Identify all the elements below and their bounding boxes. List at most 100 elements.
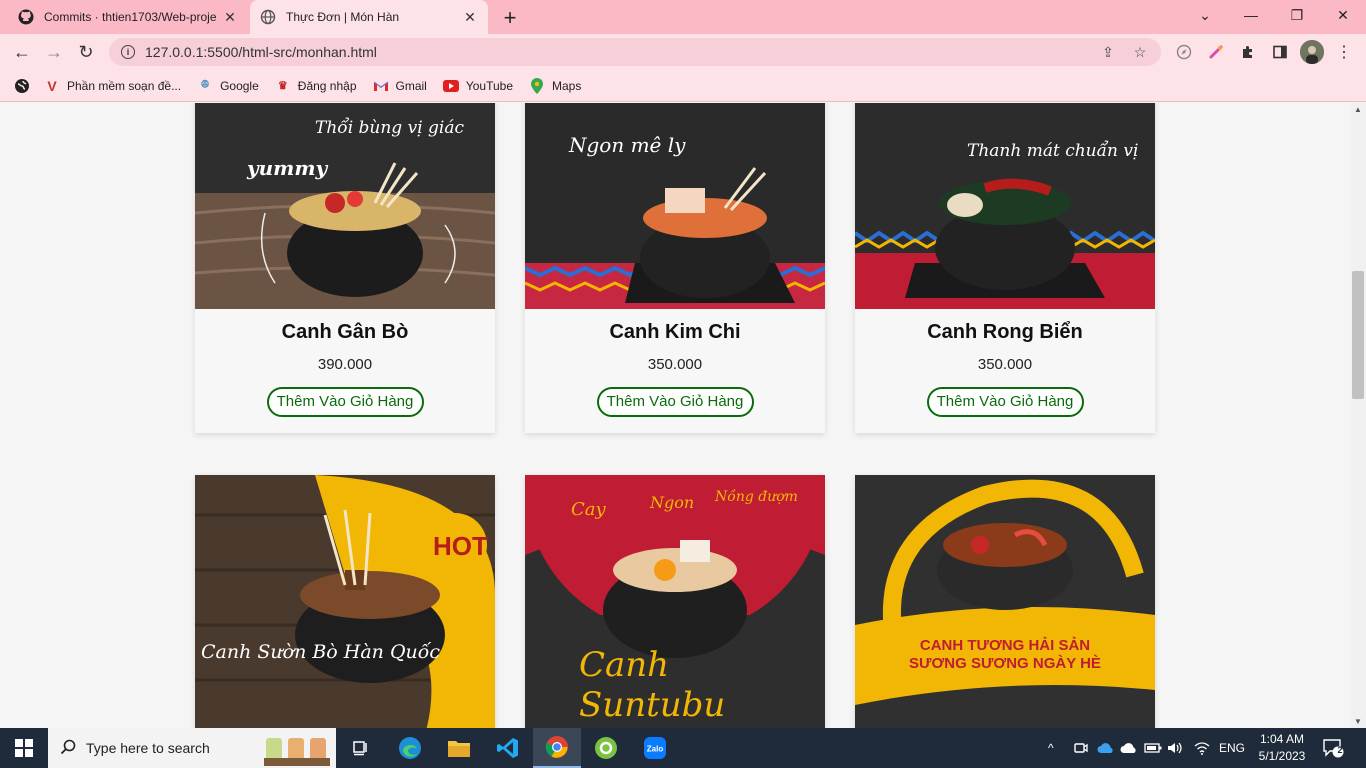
hot-badge: HOT bbox=[433, 531, 488, 561]
bookmark-gmail[interactable]: Gmail bbox=[373, 78, 427, 94]
vscode-icon[interactable] bbox=[484, 728, 532, 768]
scroll-down-icon[interactable]: ▼ bbox=[1350, 717, 1366, 726]
more-menu-icon[interactable]: ⋮ bbox=[1334, 42, 1354, 62]
battery-icon[interactable] bbox=[1144, 728, 1162, 768]
product-name: Canh Rong Biển bbox=[927, 321, 1083, 343]
image-caption: Ngon bbox=[650, 493, 695, 512]
notification-count: 2 bbox=[1337, 745, 1343, 755]
add-to-cart-button[interactable]: Thêm Vào Giỏ Hàng bbox=[596, 387, 754, 417]
product-price: 390.000 bbox=[317, 356, 373, 373]
close-window-icon[interactable]: ✕ bbox=[1320, 0, 1366, 30]
file-explorer-icon[interactable] bbox=[435, 728, 483, 768]
tab-title: Thực Đơn | Món Hàn bbox=[286, 10, 400, 24]
bookmark-label: Google bbox=[220, 78, 259, 93]
edge-icon[interactable] bbox=[386, 728, 434, 768]
product-card: Ngon mê ly Canh Kim Chi 350.000 Thêm Vào… bbox=[525, 103, 825, 433]
product-price: 350.000 bbox=[977, 356, 1033, 373]
bookmark-dang-nhap[interactable]: ♛ Đăng nhập bbox=[275, 78, 357, 94]
image-caption: CANH TƯƠNG HẢI SẢN bbox=[919, 637, 1091, 654]
image-caption: Canh Suntubu bbox=[579, 645, 726, 725]
scrollbar-thumb[interactable] bbox=[1352, 271, 1364, 399]
image-caption: Nồng đượm bbox=[715, 489, 798, 505]
extensions-puzzle-icon[interactable] bbox=[1238, 42, 1258, 62]
bookmark-label: Maps bbox=[552, 78, 582, 93]
page-scrollbar[interactable]: ▲ ▼ bbox=[1350, 103, 1366, 728]
maps-icon bbox=[529, 77, 545, 94]
color-picker-extension-icon[interactable] bbox=[1206, 42, 1226, 62]
chevron-down-icon[interactable]: ⌄ bbox=[1182, 0, 1228, 30]
clock-time: 1:04 AM bbox=[1259, 732, 1305, 746]
product-name: Canh Gân Bò bbox=[281, 321, 409, 343]
task-view-icon[interactable] bbox=[336, 728, 384, 768]
clock-date: 5/1/2023 bbox=[1258, 749, 1306, 763]
volume-icon[interactable] bbox=[1167, 728, 1183, 768]
meet-now-icon[interactable] bbox=[1073, 728, 1089, 768]
restore-icon[interactable]: ❐ bbox=[1274, 0, 1320, 30]
bookmark-maps[interactable]: Maps bbox=[529, 77, 582, 94]
coccoc-icon[interactable] bbox=[582, 728, 630, 768]
tab-title: Commits · thtien1703/Web-proje bbox=[44, 10, 217, 24]
tab-thuc-don[interactable]: Thực Đơn | Món Hàn ✕ bbox=[250, 0, 488, 34]
site-info-icon[interactable]: i bbox=[121, 45, 135, 59]
product-image: Cay Ngon Nồng đượm Canh Suntubu bbox=[525, 475, 825, 728]
zalo-icon[interactable]: Zalo bbox=[631, 728, 679, 768]
back-icon[interactable]: ← bbox=[10, 40, 34, 64]
image-caption: Thổi bùng vị giác bbox=[315, 118, 465, 138]
side-panel-icon[interactable] bbox=[1270, 42, 1290, 62]
taskbar-search-input[interactable]: Type here to search bbox=[48, 728, 336, 768]
share-icon[interactable]: ⇪ bbox=[1097, 44, 1119, 61]
forward-icon[interactable]: → bbox=[42, 40, 66, 64]
product-card: HOT Canh Sườn Bò Hàn Quốc bbox=[195, 475, 495, 728]
taskbar-clock[interactable]: 1:04 AM 5/1/2023 bbox=[1254, 731, 1310, 765]
wifi-icon[interactable] bbox=[1194, 728, 1210, 768]
add-to-cart-button[interactable]: Thêm Vào Giỏ Hàng bbox=[926, 387, 1084, 417]
close-tab-icon[interactable]: ✕ bbox=[222, 9, 238, 26]
bookmark-star-icon[interactable]: ☆ bbox=[1129, 44, 1151, 61]
product-image: CANH TƯƠNG HẢI SẢN SƯƠNG SƯƠNG NGÀY HÈ bbox=[855, 475, 1155, 728]
bookmark-youtube[interactable]: YouTube bbox=[442, 78, 513, 94]
language-indicator[interactable]: ENG bbox=[1219, 728, 1245, 768]
notification-center-icon[interactable]: 2 bbox=[1322, 728, 1344, 768]
tab-github-commits[interactable]: Commits · thtien1703/Web-proje ✕ bbox=[8, 0, 248, 34]
product-price: 350.000 bbox=[647, 356, 703, 373]
search-icon bbox=[60, 739, 76, 758]
bookmark-google[interactable]: ꔮ Google bbox=[197, 78, 259, 94]
bookmark-phan-mem[interactable]: V Phần mềm soạn đề... bbox=[44, 78, 181, 94]
image-caption: SƯƠNG SƯƠNG NGÀY HÈ bbox=[909, 655, 1101, 672]
onedrive-personal-icon[interactable] bbox=[1120, 728, 1138, 768]
windows-taskbar: Type here to search Zalo ^ ENG 1:04 AM 5… bbox=[0, 728, 1366, 768]
scroll-up-icon[interactable]: ▲ bbox=[1350, 105, 1366, 114]
apps-globe-icon[interactable] bbox=[14, 78, 30, 94]
gmail-icon bbox=[373, 78, 389, 94]
product-card: Cay Ngon Nồng đượm Canh Suntubu bbox=[525, 475, 825, 728]
bookmark-label: Gmail bbox=[395, 78, 427, 93]
product-card: Thổi bùng vị giác yummy Canh Gân Bò 390.… bbox=[195, 103, 495, 433]
reload-icon[interactable]: ↻ bbox=[74, 40, 98, 64]
minimize-icon[interactable]: — bbox=[1228, 0, 1274, 30]
youtube-icon bbox=[442, 78, 459, 94]
image-caption: Canh Sườn Bò Hàn Quốc bbox=[201, 641, 441, 663]
login-icon: ♛ bbox=[277, 80, 288, 92]
product-image: Thổi bùng vị giác yummy bbox=[195, 103, 495, 309]
google-icon: ꔮ bbox=[200, 79, 210, 91]
chrome-icon[interactable] bbox=[533, 728, 581, 768]
globe-icon bbox=[260, 9, 276, 25]
image-caption: Ngon mê ly bbox=[569, 133, 686, 157]
onedrive-icon[interactable] bbox=[1097, 728, 1115, 768]
bookmark-label: Đăng nhập bbox=[297, 78, 357, 93]
image-caption: yummy bbox=[247, 156, 328, 180]
add-to-cart-button[interactable]: Thêm Vào Giỏ Hàng bbox=[266, 387, 424, 417]
windows-start-icon[interactable] bbox=[0, 728, 48, 768]
product-name: Canh Kim Chi bbox=[609, 321, 741, 343]
close-tab-icon[interactable]: ✕ bbox=[462, 9, 478, 26]
search-placeholder: Type here to search bbox=[86, 740, 210, 756]
compass-extension-icon[interactable] bbox=[1174, 42, 1194, 62]
bookmark-label: YouTube bbox=[465, 78, 513, 93]
profile-avatar[interactable] bbox=[1300, 40, 1324, 64]
show-hidden-icons[interactable]: ^ bbox=[1048, 728, 1054, 768]
new-tab-icon[interactable]: + bbox=[498, 5, 522, 31]
image-caption: Cay bbox=[571, 499, 606, 520]
image-caption: Thanh mát chuẩn vị bbox=[967, 141, 1139, 161]
product-card: CANH TƯƠNG HẢI SẢN SƯƠNG SƯƠNG NGÀY HÈ bbox=[855, 475, 1155, 728]
address-bar[interactable]: i 127.0.0.1:5500/html-src/monhan.html ⇪ … bbox=[109, 38, 1161, 66]
